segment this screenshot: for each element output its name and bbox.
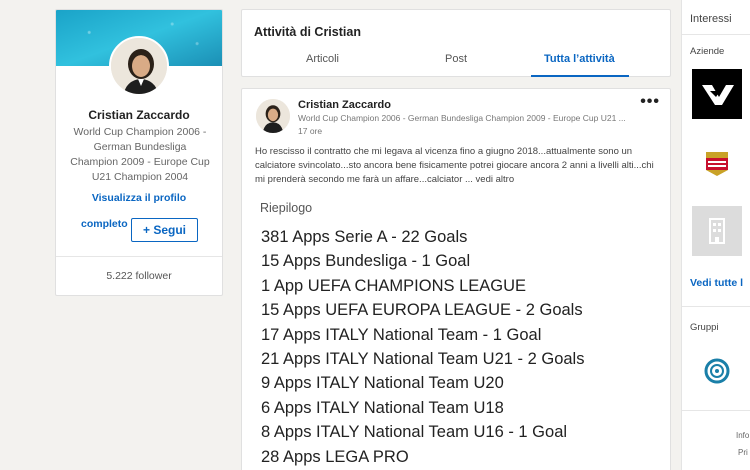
profile-card: Cristian Zaccardo World Cup Champion 200… [55, 9, 223, 296]
follow-label: Segui [153, 223, 187, 237]
activity-header: Attività di Cristian Articoli Post Tutta… [241, 9, 671, 77]
active-tab-indicator [531, 75, 629, 77]
divider [682, 410, 750, 411]
group-logo[interactable] [692, 346, 742, 396]
more-icon[interactable]: ••• [640, 93, 660, 111]
profile-headline: World Cup Champion 2006 - German Bundesl… [70, 126, 210, 183]
list-item: 28 Apps LEGA PRO [261, 447, 409, 466]
interests-title: Interessi [690, 13, 732, 25]
interests-panel: Interessi Aziende Vedi tutte l Gruppi In… [682, 0, 750, 470]
post-timestamp: 17 ore [298, 126, 323, 136]
divider [682, 34, 750, 35]
building-icon[interactable] [692, 206, 742, 256]
divider [56, 256, 222, 257]
view-full-profile-link[interactable]: Visualizza il profilo [56, 192, 222, 204]
footer-link-privacy[interactable]: Pri [738, 448, 748, 457]
list-item: 21 Apps ITALY National Team U21 - 2 Goal… [261, 350, 585, 369]
list-item: 15 Apps UEFA EUROPA LEAGUE - 2 Goals [261, 301, 583, 320]
avatar[interactable] [109, 36, 169, 96]
list-item: 9 Apps ITALY National Team U20 [261, 374, 504, 393]
list-item: 1 App UEFA CHAMPIONS LEAGUE [261, 276, 527, 295]
company-logo[interactable] [692, 69, 742, 119]
list-item: 15 Apps Bundesliga - 1 Goal [261, 252, 471, 271]
post-author-avatar[interactable] [256, 99, 290, 133]
post-card: Cristian Zaccardo World Cup Champion 200… [241, 88, 671, 470]
company-crest-logo[interactable] [692, 138, 742, 188]
groups-label: Gruppi [690, 322, 719, 333]
view-full-profile-link-cont[interactable]: completo [81, 218, 128, 230]
post-author-name[interactable]: Cristian Zaccardo [298, 99, 391, 111]
follow-button[interactable]: + Segui [131, 218, 198, 242]
followers-count: 5.222 follower [106, 270, 172, 282]
plus-icon: + [142, 223, 150, 237]
see-all-companies-link[interactable]: Vedi tutte l [690, 277, 743, 289]
profile-name[interactable]: Cristian Zaccardo [56, 108, 222, 122]
summary-list: 381 Apps Serie A - 22 Goals 15 Apps Bund… [261, 225, 584, 469]
divider [682, 306, 750, 307]
post-author-headline: World Cup Champion 2006 - German Bundesl… [298, 113, 626, 123]
list-item: 6 Apps ITALY National Team U18 [261, 398, 504, 417]
list-item: 17 Apps ITALY National Team - 1 Goal [261, 325, 542, 344]
tab-all-activity[interactable]: Tutta l’attività [544, 53, 615, 65]
tab-post[interactable]: Post [445, 53, 467, 65]
tab-articles[interactable]: Articoli [306, 53, 339, 65]
summary-title: Riepilogo [260, 201, 313, 215]
activity-title: Attività di Cristian [254, 25, 361, 39]
companies-label: Aziende [690, 46, 725, 57]
list-item: 8 Apps ITALY National Team U16 - 1 Goal [261, 423, 568, 442]
footer-link-info[interactable]: Info [736, 431, 749, 440]
list-item: 381 Apps Serie A - 22 Goals [261, 228, 468, 246]
post-text: Ho rescisso il contratto che mi legava a… [255, 145, 663, 187]
post-body: Ho rescisso il contratto che mi legava a… [255, 146, 654, 185]
see-more-link[interactable]: ... vedi altro [465, 174, 514, 185]
